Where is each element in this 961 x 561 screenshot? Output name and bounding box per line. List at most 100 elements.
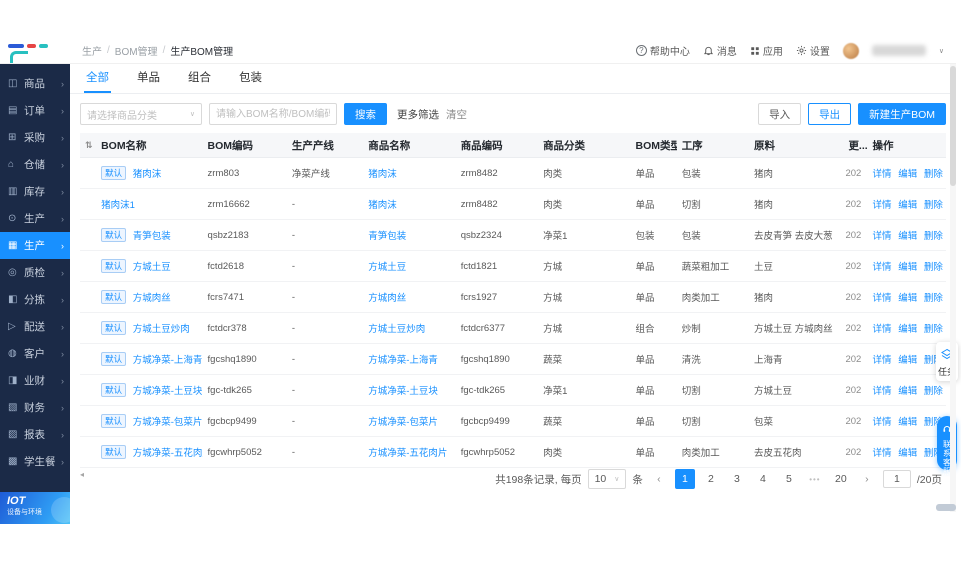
page-number-button[interactable]: 4 [753,469,773,489]
iot-banner[interactable]: IOT 设备与环境 [0,492,70,524]
category-select[interactable]: 请选择商品分类 ∨ [80,103,202,125]
product-name-link[interactable]: 方城净菜-土豆块 [368,386,438,397]
sidebar-item[interactable]: ⊙ 生产 › [0,205,70,232]
detail-link[interactable]: 详情 [873,386,892,397]
page-number-button[interactable]: 3 [727,469,747,489]
delete-link[interactable]: 删除 [924,231,943,242]
next-page-button[interactable]: › [857,469,877,489]
sidebar-item[interactable]: ◍ 客户 › [0,340,70,367]
detail-link[interactable]: 详情 [873,417,892,428]
bom-name-link[interactable]: 方城净菜-包菜片 [133,417,203,428]
bom-name-link[interactable]: 猪肉沫1 [101,200,135,211]
page-number-button[interactable]: ••• [805,469,825,489]
tab[interactable]: 组合 [186,69,213,93]
edit-link[interactable]: 编辑 [898,200,917,211]
settings-button[interactable]: 设置 [796,43,830,58]
delete-link[interactable]: 删除 [924,262,943,273]
bom-name-link[interactable]: 方城土豆 [133,262,171,273]
vertical-scrollbar-thumb[interactable] [950,66,956,186]
page-number-button[interactable]: 20 [831,469,851,489]
sidebar-item[interactable]: ▨ 报表 › [0,421,70,448]
app-logo[interactable] [0,38,70,64]
bom-name-link[interactable]: 猪肉沫 [133,169,162,180]
sidebar-item[interactable]: ▷ 配送 › [0,313,70,340]
product-name-link[interactable]: 方城土豆炒肉 [368,324,425,335]
column-settings-icon[interactable]: ⇅ [85,140,93,150]
product-name-link[interactable]: 青笋包装 [368,231,406,242]
import-button[interactable]: 导入 [758,103,802,125]
bom-name-link[interactable]: 方城净菜-上海青 [133,355,203,366]
product-name-link[interactable]: 方城净菜-上海青 [368,355,438,366]
sidebar-item[interactable]: ⊞ 采购 › [0,124,70,151]
detail-link[interactable]: 详情 [873,200,892,211]
sidebar-item[interactable]: ◫ 商品 › [0,70,70,97]
sidebar-item[interactable]: ▦ 生产 › [0,232,70,259]
sidebar-item[interactable]: ◨ 业财 › [0,367,70,394]
sidebar-item[interactable]: ▧ 财务 › [0,394,70,421]
sidebar-item[interactable]: ◧ 分拣 › [0,286,70,313]
breadcrumb-item-production[interactable]: 生产 [82,43,102,58]
bom-name-link[interactable]: 方城净菜-土豆块 [133,386,203,397]
sidebar-item[interactable]: ▤ 订单 › [0,97,70,124]
detail-link[interactable]: 详情 [873,262,892,273]
delete-link[interactable]: 删除 [924,293,943,304]
edit-link[interactable]: 编辑 [898,169,917,180]
detail-link[interactable]: 详情 [873,324,892,335]
detail-link[interactable]: 详情 [873,231,892,242]
sidebar-item[interactable]: ▥ 库存 › [0,178,70,205]
user-name-redacted[interactable] [871,45,926,56]
detail-link[interactable]: 详情 [873,293,892,304]
prev-page-button[interactable]: ‹ [649,469,669,489]
product-name-link[interactable]: 方城土豆 [368,262,406,273]
product-name-link[interactable]: 猪肉沫 [368,200,397,211]
sidebar-item[interactable]: ◎ 质检 › [0,259,70,286]
horizontal-scrollbar-thumb[interactable] [936,504,956,511]
search-button[interactable]: 搜索 [344,103,387,125]
bom-name-link[interactable]: 青笋包装 [133,231,171,242]
avatar[interactable] [842,42,859,59]
product-name-link[interactable]: 方城净菜-五花肉片 [368,448,447,459]
chevron-down-icon[interactable]: ∨ [939,47,944,55]
edit-link[interactable]: 编辑 [898,448,917,459]
edit-link[interactable]: 编辑 [898,293,917,304]
sidebar-item[interactable]: ⌂ 仓储 › [0,151,70,178]
edit-link[interactable]: 编辑 [898,355,917,366]
edit-link[interactable]: 编辑 [898,231,917,242]
delete-link[interactable]: 删除 [924,200,943,211]
bom-name-link[interactable]: 方城肉丝 [133,293,171,304]
detail-link[interactable]: 详情 [873,448,892,459]
edit-link[interactable]: 编辑 [898,324,917,335]
detail-link[interactable]: 详情 [873,169,892,180]
edit-link[interactable]: 编辑 [898,417,917,428]
clear-filters-link[interactable]: 清空 [446,107,467,122]
page-number-button[interactable]: 2 [701,469,721,489]
delete-link[interactable]: 删除 [924,169,943,180]
breadcrumb-item-bom[interactable]: BOM管理 [115,43,158,58]
delete-link[interactable]: 删除 [924,324,943,335]
page-number-button[interactable]: 5 [779,469,799,489]
detail-link[interactable]: 详情 [873,355,892,366]
edit-link[interactable]: 编辑 [898,262,917,273]
help-center-button[interactable]: ? 帮助中心 [635,43,690,58]
messages-button[interactable]: 消息 [703,43,737,58]
bom-code-cell: fctd2618 [202,250,287,282]
product-name-link[interactable]: 方城净菜-包菜片 [368,417,438,428]
export-button[interactable]: 导出 [808,103,852,125]
product-name-link[interactable]: 方城肉丝 [368,293,406,304]
page-size-select[interactable]: 10 ∨ [587,469,627,489]
create-bom-button[interactable]: 新建生产BOM [858,103,946,125]
page-number-button[interactable]: 1 [674,469,695,489]
more-filters-link[interactable]: 更多筛选 [397,107,439,122]
page-jump-input[interactable] [882,470,911,488]
delete-link[interactable]: 删除 [924,386,943,397]
sidebar-item[interactable]: ▩ 学生餐 › [0,448,70,475]
tab[interactable]: 全部 [84,69,111,93]
bom-name-link[interactable]: 方城净菜-五花肉片 [133,448,203,459]
tab[interactable]: 包装 [237,69,264,93]
edit-link[interactable]: 编辑 [898,386,917,397]
product-name-link[interactable]: 猪肉沫 [368,169,397,180]
bom-keyword-input[interactable] [209,103,337,125]
tab[interactable]: 单品 [135,69,162,93]
apps-button[interactable]: 应用 [750,43,783,58]
bom-name-link[interactable]: 方城土豆炒肉 [133,324,190,335]
